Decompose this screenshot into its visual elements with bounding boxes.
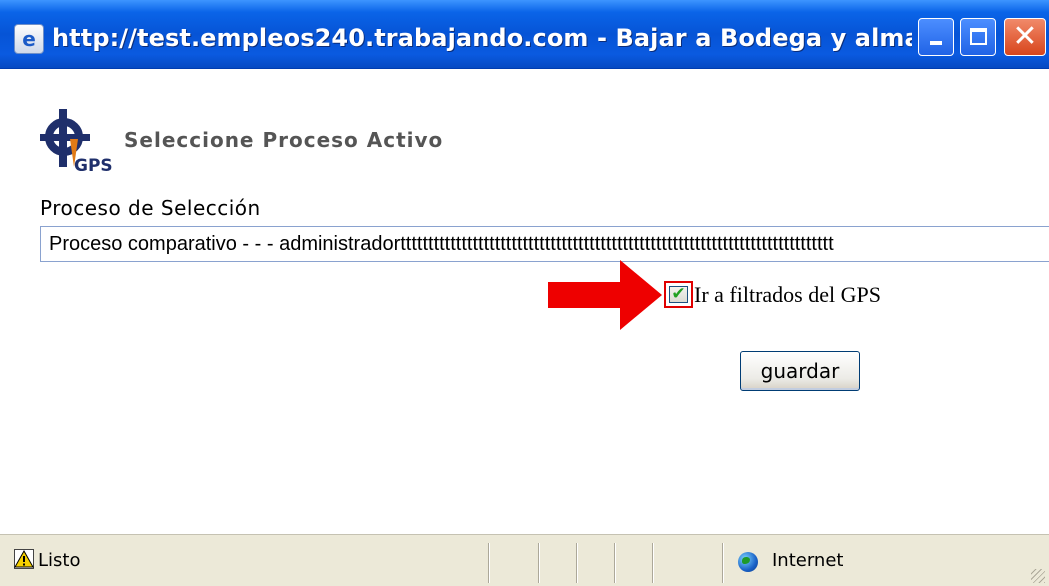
internet-globe-icon <box>738 552 758 572</box>
gps-logo: GPS <box>40 109 113 173</box>
close-button[interactable]: ✕ <box>1004 18 1046 56</box>
gps-filter-label[interactable]: Ir a filtrados del GPS <box>694 280 881 310</box>
page-title: Seleccione Proceso Activo <box>124 128 444 152</box>
resize-grip[interactable] <box>1031 569 1045 583</box>
status-text: Listo <box>38 550 81 571</box>
maximize-icon <box>970 28 987 45</box>
status-divider <box>722 543 723 583</box>
status-divider <box>488 543 489 583</box>
checkbox-highlight: ✔ <box>664 281 693 308</box>
process-select[interactable]: Proceso comparativo - - - administradort… <box>40 226 1049 262</box>
status-divider <box>538 543 539 583</box>
window-title: http://test.empleos240.trabajando.com - … <box>52 24 912 52</box>
checkmark-icon: ✔ <box>671 284 686 304</box>
logo-text: GPS <box>74 156 113 173</box>
security-zone-text: Internet <box>772 550 844 571</box>
gps-filter-checkbox[interactable]: ✔ <box>669 284 688 304</box>
minimize-button[interactable] <box>918 18 954 56</box>
save-button[interactable]: guardar <box>740 351 860 391</box>
maximize-button[interactable] <box>960 18 996 56</box>
page-content: GPS Seleccione Proceso Activo Proceso de… <box>0 69 1049 534</box>
title-bar[interactable]: e http://test.empleos240.trabajando.com … <box>0 0 1049 69</box>
close-icon: ✕ <box>1012 19 1038 54</box>
warning-icon <box>14 549 34 569</box>
ie-page-icon: e <box>14 24 44 54</box>
process-label: Proceso de Selección <box>40 196 261 220</box>
status-divider <box>614 543 615 583</box>
minimize-icon <box>930 41 942 45</box>
status-bar: Listo Internet <box>0 534 1049 586</box>
browser-popup-window: e http://test.empleos240.trabajando.com … <box>0 0 1049 586</box>
status-divider <box>652 543 653 583</box>
red-arrow-icon <box>548 260 662 330</box>
status-divider <box>576 543 577 583</box>
